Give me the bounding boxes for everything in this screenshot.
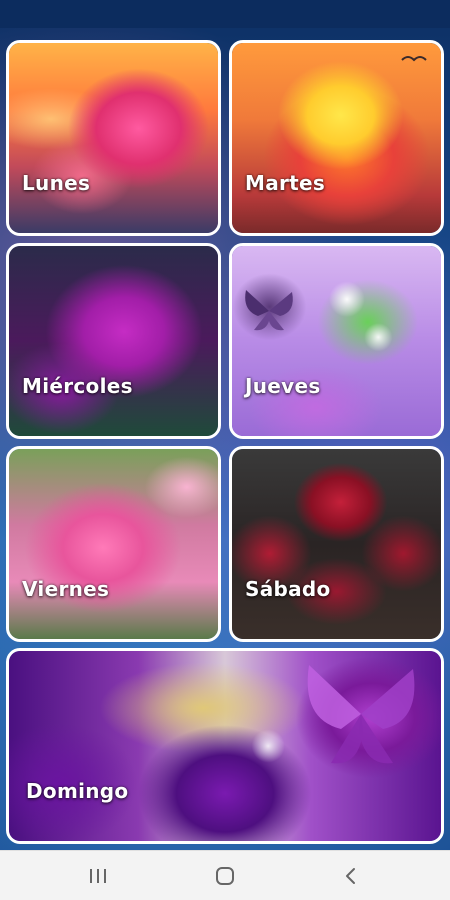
butterfly-icon	[245, 290, 293, 331]
day-label: Viernes	[22, 577, 110, 601]
recents-icon	[90, 869, 106, 883]
day-label: Domingo	[26, 779, 129, 803]
day-tile-lunes[interactable]: Lunes	[6, 40, 221, 236]
bird-icon	[401, 56, 427, 62]
home-button[interactable]	[185, 851, 265, 900]
rose-image	[9, 43, 218, 233]
day-label: Sábado	[245, 577, 331, 601]
butterfly-icon	[307, 665, 415, 764]
rose-image	[232, 43, 441, 233]
home-icon	[216, 867, 234, 885]
day-tile-sabado[interactable]: Sábado	[229, 446, 444, 642]
day-label: Miércoles	[22, 374, 133, 398]
back-icon	[346, 868, 355, 884]
flower-image	[232, 246, 441, 436]
day-tile-martes[interactable]: Martes	[229, 40, 444, 236]
back-button[interactable]	[311, 851, 391, 900]
android-navigation-bar	[0, 850, 450, 900]
day-label: Lunes	[22, 171, 91, 195]
day-tile-domingo[interactable]: Domingo	[6, 648, 444, 844]
rose-image	[9, 449, 218, 639]
rose-image	[9, 246, 218, 436]
status-bar	[0, 0, 450, 28]
recents-button[interactable]	[58, 851, 138, 900]
day-label: Jueves	[245, 374, 321, 398]
day-label: Martes	[245, 171, 326, 195]
day-tile-miercoles[interactable]: Miércoles	[6, 243, 221, 439]
rose-image	[232, 449, 441, 639]
day-tile-jueves[interactable]: Jueves	[229, 243, 444, 439]
day-tile-viernes[interactable]: Viernes	[6, 446, 221, 642]
